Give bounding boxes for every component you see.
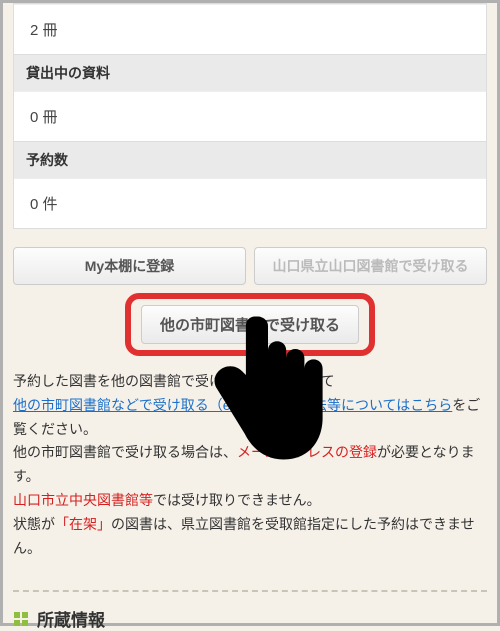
receive-prefectural-button[interactable]: 山口県立山口図書館で受け取る: [254, 247, 487, 285]
line4-suffix: では受け取りできません。: [153, 492, 321, 508]
grid-icon: [13, 611, 29, 627]
on-shelf-text: 「在架」: [55, 516, 111, 532]
highlight-frame: 他の市町図書館で受け取る: [125, 293, 375, 356]
reservations-value: 0 件: [14, 178, 486, 228]
center-button-row: 他の市町図書館で受け取る: [13, 293, 487, 356]
line3-prefix: 他の市町図書館で受け取る場合は、: [13, 444, 237, 460]
copies-value: 2 冊: [14, 4, 486, 54]
email-register-text: メールアドレスの登録: [237, 444, 377, 460]
instruction-text: 予約した図書を他の図書館で受け取る方法について 他の市町図書館などで受け取る（e…: [13, 370, 487, 560]
info-table: 2 冊 貸出中の資料 0 冊 予約数 0 件: [13, 3, 487, 229]
button-row: My本棚に登録 山口県立山口図書館で受け取る: [13, 247, 487, 285]
line5-prefix: 状態が: [13, 516, 55, 532]
instruction-line-3: 他の市町図書館で受け取る場合は、メールアドレスの登録が必要となります。: [13, 441, 487, 489]
receive-other-library-button[interactable]: 他の市町図書館で受け取る: [141, 305, 359, 344]
instruction-line-1: 予約した図書を他の図書館で受け取る方法について: [13, 370, 487, 394]
on-loan-value: 0 冊: [14, 91, 486, 141]
instruction-line-5: 状態が「在架」の図書は、県立図書館を受取館指定にした予約はできません。: [13, 513, 487, 561]
holdings-title: 所蔵情報: [37, 606, 105, 631]
instruction-line-4: 山口市立中央図書館等では受け取りできません。: [13, 489, 487, 513]
yamaguchi-library-text: 山口市立中央図書館等: [13, 492, 153, 508]
holdings-section-header: 所蔵情報: [13, 590, 487, 631]
enet-link[interactable]: 他の市町図書館などで受け取る（e-Net貸出）方法等についてはこちら: [13, 397, 452, 413]
reservations-label: 予約数: [14, 141, 486, 178]
my-shelf-button[interactable]: My本棚に登録: [13, 247, 246, 285]
on-loan-label: 貸出中の資料: [14, 54, 486, 91]
